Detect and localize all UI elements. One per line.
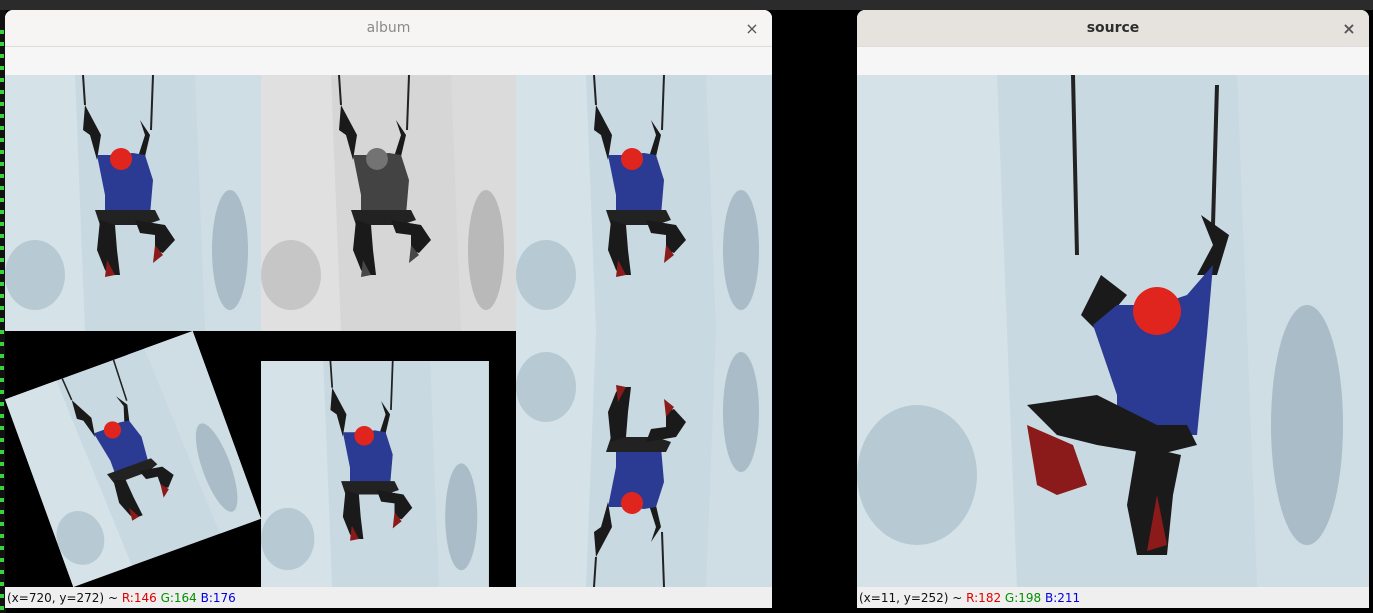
terminal-text-fragment: [0, 90, 4, 94]
terminal-text-fragment: [0, 294, 4, 298]
terminal-text-fragment: [0, 198, 4, 202]
tile-scaled: [260, 331, 516, 587]
terminal-text-fragment: [0, 522, 4, 526]
terminal-text-fragment: [0, 426, 4, 430]
status-separator: ~: [104, 590, 122, 605]
terminal-text-fragment: [0, 594, 4, 598]
terminal-text-fragment: [0, 462, 4, 466]
cursor-coords: (x=720, y=272): [7, 590, 105, 605]
terminal-text-fragment: [0, 486, 4, 490]
album-window: album × (x=720, y=272) ~ R:146 G:164 B:1…: [5, 10, 772, 608]
terminal-text-fragment: [0, 186, 4, 190]
terminal-text-fragment: [0, 570, 4, 574]
terminal-text-fragment: [0, 510, 4, 514]
terminal-text-fragment: [0, 318, 4, 322]
terminal-text-fragment: [0, 162, 4, 166]
terminal-text-fragment: [0, 366, 4, 370]
album-toolbar: [5, 47, 772, 76]
terminal-text-fragment: [0, 306, 4, 310]
terminal-text-fragment: [0, 78, 4, 82]
album-image: [5, 75, 772, 587]
source-image: [857, 75, 1369, 587]
source-window: source × (x=11, y=252) ~ R:182 G:198 B:2…: [857, 10, 1369, 608]
terminal-text-fragment: [0, 402, 4, 406]
album-image-canvas[interactable]: [5, 75, 772, 587]
terminal-text-fragment: [0, 282, 4, 286]
tile-rotated: [5, 330, 262, 587]
source-close-button[interactable]: ×: [1339, 18, 1359, 38]
terminal-text-fragment: [0, 390, 4, 394]
terminal-text-fragment: [0, 102, 4, 106]
terminal-text-fragment: [0, 270, 4, 274]
terminal-text-fragment: [0, 582, 4, 586]
terminal-text-fragment: [0, 354, 4, 358]
album-window-title: album: [366, 20, 411, 36]
terminal-text-fragment: [0, 174, 4, 178]
album-status-bar: (x=720, y=272) ~ R:146 G:164 B:176: [5, 587, 772, 608]
terminal-text-fragment: [0, 330, 4, 334]
pixel-blue-value: B:211: [1045, 590, 1081, 605]
terminal-text-fragment: [0, 438, 4, 442]
album-close-button[interactable]: ×: [742, 18, 762, 38]
album-titlebar[interactable]: album ×: [5, 10, 772, 47]
pixel-green-value: G:198: [1004, 590, 1042, 605]
terminal-text-fragment: [0, 42, 4, 46]
terminal-text-fragment: [0, 378, 4, 382]
terminal-text-fragment: [0, 534, 4, 538]
terminal-text-fragment: [0, 474, 4, 478]
tile-flipped-vertical: [515, 75, 772, 587]
terminal-text-fragment: [0, 558, 4, 562]
status-separator: ~: [948, 590, 967, 605]
cursor-coords: (x=11, y=252): [859, 590, 949, 605]
terminal-text-fragment: [0, 30, 4, 34]
pixel-red-value: R:182: [966, 590, 1002, 605]
pixel-green-value: G:164: [160, 590, 197, 605]
terminal-text-fragment: [0, 126, 4, 130]
tile-original: [5, 75, 262, 332]
source-status-bar: (x=11, y=252) ~ R:182 G:198 B:211: [857, 587, 1369, 608]
terminal-text-fragment: [0, 114, 4, 118]
terminal-text-fragment: [0, 342, 4, 346]
terminal-text-fragment: [0, 138, 4, 142]
source-window-title: source: [1086, 20, 1140, 36]
terminal-text-fragment: [0, 234, 4, 238]
tile-grayscale: [260, 75, 518, 332]
terminal-text-fragment: [0, 54, 4, 58]
terminal-text-fragment: [0, 546, 4, 550]
source-toolbar: [857, 47, 1369, 76]
terminal-text-fragment: [0, 414, 4, 418]
terminal-text-fragment: [0, 210, 4, 214]
source-titlebar[interactable]: source ×: [857, 10, 1369, 47]
close-icon: ×: [745, 18, 759, 38]
pixel-blue-value: B:176: [200, 590, 236, 605]
terminal-text-fragment: [0, 66, 4, 70]
source-image-canvas[interactable]: [857, 75, 1369, 587]
pixel-red-value: R:146: [121, 590, 157, 605]
terminal-text-fragment: [0, 498, 4, 502]
terminal-text-fragment: [0, 246, 4, 250]
terminal-text-fragment: [0, 222, 4, 226]
terminal-text-fragment: [0, 150, 4, 154]
terminal-text-fragment: [0, 606, 4, 610]
terminal-text-fragment: [0, 258, 4, 262]
desktop-top-bar: [0, 0, 1373, 10]
close-icon: ×: [1342, 18, 1356, 38]
terminal-text-fragment: [0, 450, 4, 454]
